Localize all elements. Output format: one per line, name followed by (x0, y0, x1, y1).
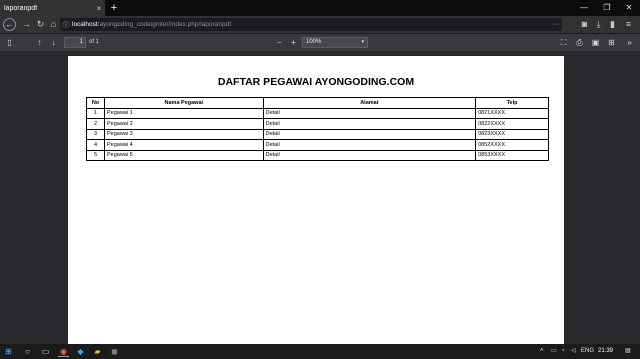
cell-telp: 0822XXXX (475, 118, 549, 130)
minimize-button[interactable]: — (573, 0, 595, 16)
tab-strip: laporanpdf × + — ❐ ✕ (0, 0, 640, 16)
employee-table: No Nama Pegawai Alamat Telp 1 Pegawai 1 … (86, 97, 549, 161)
firefox-icon[interactable]: ◉ (58, 346, 69, 357)
url-host: localhost (72, 21, 98, 28)
table-header-row: No Nama Pegawai Alamat Telp (86, 97, 549, 109)
wifi-icon[interactable]: ◔ (561, 346, 565, 357)
notifications-icon[interactable]: ▤ (625, 346, 631, 357)
restore-button[interactable]: ❐ (596, 0, 618, 16)
url-path: /ayongoding_codeigniter/index.php/lapora… (97, 21, 232, 28)
tab-laporanpdf[interactable]: laporanpdf × (0, 0, 105, 16)
cell-alamat: Detail (262, 107, 477, 119)
cell-alamat: Detail (262, 128, 477, 140)
next-page-icon[interactable]: ↓ (48, 37, 59, 48)
page-count: of 1 (89, 39, 100, 45)
table-row: 3 Pegawai 3 Detail 0823XXXX (86, 128, 549, 140)
start-icon[interactable]: ⊞ (3, 346, 14, 357)
file-explorer-icon[interactable]: ▰ (92, 346, 103, 357)
cell-nama: Pegawai 5 (103, 149, 264, 161)
tray-chevron-icon[interactable]: ˄ (540, 346, 544, 357)
page-number-input[interactable]: 1 (64, 37, 86, 48)
downloads-icon[interactable]: ⤓ (592, 18, 605, 31)
cell-no: 4 (86, 139, 105, 151)
cell-no: 5 (86, 149, 105, 161)
volume-icon[interactable]: ◁ (571, 346, 576, 357)
cell-telp: 0823XXXX (475, 128, 549, 140)
table-row: 4 Pegawai 4 Detail 0852XXXX (86, 139, 549, 151)
navigation-bar: ← → ↻ ⌂ ⓘ localhost/ayongoding_codeignit… (0, 16, 640, 33)
table-row: 1 Pegawai 1 Detail 0821XXXX (86, 107, 549, 119)
cell-nama: Pegawai 3 (103, 128, 264, 140)
url-bar[interactable]: ⓘ localhost/ayongoding_codeigniter/index… (60, 18, 562, 31)
pocket-icon[interactable]: ◙ (578, 18, 591, 31)
bookmark-icon[interactable]: ⊞ (606, 37, 617, 48)
save-icon[interactable]: ▣ (590, 37, 601, 48)
cell-no: 2 (86, 118, 105, 130)
forward-icon[interactable]: → (20, 18, 33, 31)
cell-telp: 0852XXXX (475, 139, 549, 151)
page-actions-icon[interactable]: ··· (553, 21, 560, 28)
clock[interactable]: 21:39 (598, 346, 613, 357)
column-header-no: No (86, 97, 105, 109)
column-header-alamat: Alamat (262, 97, 477, 109)
print-icon[interactable]: ⎙ (574, 37, 585, 48)
pdf-toolbar: ▯ ↑ ↓ 1 of 1 − + 100% ▾ ⛶ ⎙ ▣ ⊞ » (0, 33, 640, 51)
pdf-page: DAFTAR PEGAWAI AYONGODING.COM No Nama Pe… (68, 56, 564, 346)
presentation-mode-icon[interactable]: ⛶ (558, 37, 569, 48)
previous-page-icon[interactable]: ↑ (34, 37, 45, 48)
home-icon[interactable]: ⌂ (47, 18, 60, 31)
task-view-icon[interactable]: ▭ (40, 346, 51, 357)
cell-no: 1 (86, 107, 105, 119)
url-text[interactable]: localhost/ayongoding_codeigniter/index.p… (72, 21, 231, 28)
cell-alamat: Detail (262, 118, 477, 130)
column-header-telp: Telp (475, 97, 549, 109)
cell-telp: 0821XXXX (475, 107, 549, 119)
sidebar-toggle-icon[interactable]: ▯ (4, 37, 15, 48)
taskbar: ⊞ ○ ▭ ◉ ◆ ▰ ◼ ˄ ▭ ◔ ◁ ENG 21:39 ▤ (0, 344, 640, 359)
cell-nama: Pegawai 2 (103, 118, 264, 130)
cell-telp: 0853XXXX (475, 149, 549, 161)
site-info-icon[interactable]: ⓘ (60, 20, 72, 30)
reload-icon[interactable]: ↻ (34, 18, 47, 31)
zoom-out-icon[interactable]: − (274, 37, 285, 48)
pdf-viewer[interactable]: DAFTAR PEGAWAI AYONGODING.COM No Nama Pe… (0, 51, 640, 346)
close-window-button[interactable]: ✕ (618, 0, 640, 16)
tab-title: laporanpdf (4, 4, 38, 12)
table-row: 2 Pegawai 2 Detail 0822XXXX (86, 118, 549, 130)
zoom-select[interactable]: 100% ▾ (302, 37, 368, 48)
cell-no: 3 (86, 128, 105, 140)
column-header-nama: Nama Pegawai (103, 97, 264, 109)
cell-alamat: Detail (262, 139, 477, 151)
terminal-icon[interactable]: ◼ (109, 346, 120, 357)
app-icon[interactable]: ◆ (75, 346, 86, 357)
document-title: DAFTAR PEGAWAI AYONGODING.COM (217, 76, 415, 88)
cell-alamat: Detail (262, 149, 477, 161)
more-tools-icon[interactable]: » (624, 37, 635, 48)
library-icon[interactable]: ▮ (606, 18, 619, 31)
close-tab-icon[interactable]: × (93, 4, 105, 13)
back-icon[interactable]: ← (3, 18, 16, 31)
battery-icon[interactable]: ▭ (551, 346, 557, 357)
chevron-down-icon: ▾ (361, 39, 364, 45)
table-row: 5 Pegawai 5 Detail 0853XXXX (86, 149, 549, 161)
language-indicator[interactable]: ENG (581, 346, 594, 357)
zoom-in-icon[interactable]: + (288, 37, 299, 48)
search-icon[interactable]: ○ (22, 346, 33, 357)
new-tab-button[interactable]: + (108, 1, 120, 15)
cell-nama: Pegawai 4 (103, 139, 264, 151)
zoom-value: 100% (306, 39, 322, 45)
cell-nama: Pegawai 1 (103, 107, 264, 119)
menu-icon[interactable]: ≡ (622, 18, 635, 31)
